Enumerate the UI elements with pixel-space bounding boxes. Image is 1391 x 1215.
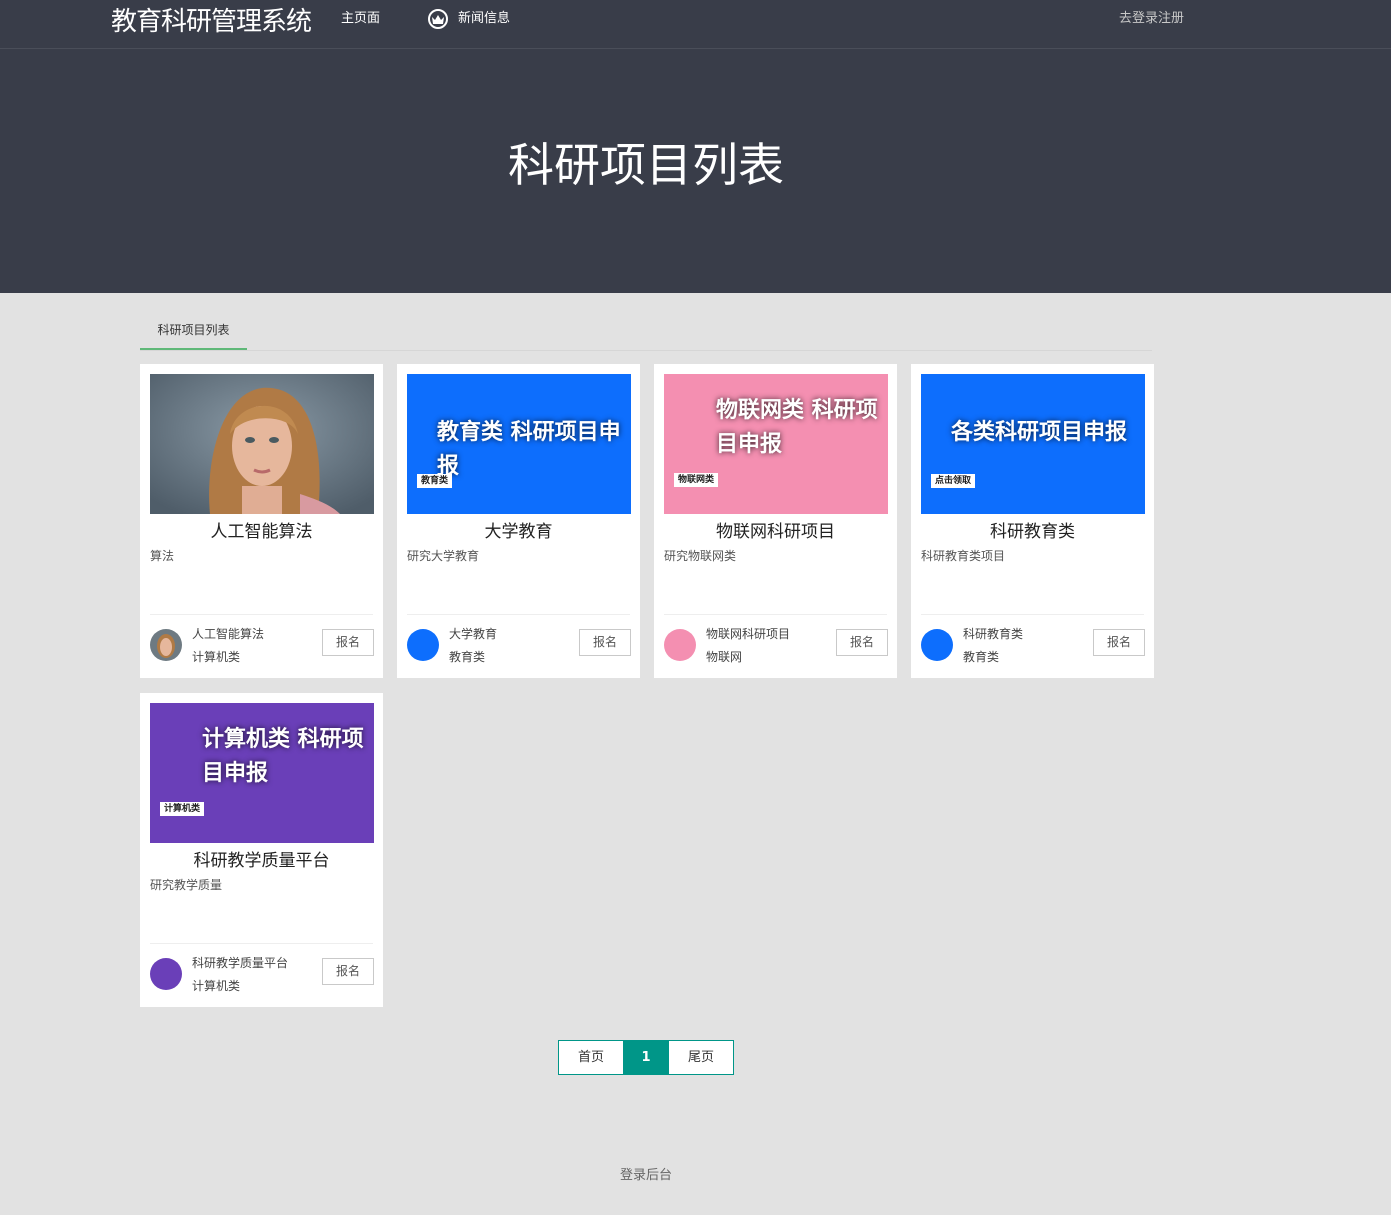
admin-login-link[interactable]: 登录后台 [0, 1164, 1292, 1183]
crown-icon [428, 9, 448, 29]
project-category-meta: 教育类 [963, 650, 1000, 664]
poster-text-line1: 物联网类 科研项 [716, 398, 878, 423]
project-name-meta: 人工智能算法 [192, 627, 265, 641]
project-description: 科研教育类项目 [921, 549, 1006, 563]
project-title[interactable]: 物联网科研项目 [654, 520, 897, 544]
project-category-meta: 教育类 [449, 650, 486, 664]
pager-current-page[interactable]: 1 [623, 1041, 669, 1074]
poster-tag: 点击领取 [931, 474, 976, 488]
poster-background: 各类科研项目申报 点击领取 [921, 374, 1145, 514]
project-image[interactable]: 计算机类 科研项 目申报 计算机类 [150, 703, 374, 843]
poster-text-line2: 目申报 [716, 432, 783, 457]
project-category-meta: 物联网 [706, 650, 743, 664]
top-navbar: 教育科研管理系统 主页面 新闻信息 去登录注册 [0, 0, 1391, 49]
project-card[interactable]: 物联网类 科研项 目申报 物联网类 物联网科研项目 研究物联网类 物联网科研项目… [654, 364, 897, 678]
tab-project-list[interactable]: 科研项目列表 [140, 312, 247, 350]
tab-bar: 科研项目列表 [140, 312, 1152, 351]
avatar [150, 958, 182, 990]
poster-text: 教育类 科研项目申报 [437, 420, 621, 479]
project-name-meta: 科研教育类 [963, 627, 1024, 641]
page-title: 科研项目列表 [508, 138, 784, 192]
avatar [664, 629, 696, 661]
project-image[interactable] [150, 374, 374, 514]
avatar [921, 629, 953, 661]
signup-button[interactable]: 报名 [322, 958, 374, 985]
project-title[interactable]: 大学教育 [397, 520, 640, 544]
card-divider [921, 614, 1144, 615]
poster-tag: 教育类 [417, 474, 453, 488]
project-title[interactable]: 科研教育类 [911, 520, 1154, 544]
project-category-meta: 计算机类 [192, 979, 241, 993]
poster-text: 各类科研项目申报 [951, 420, 1128, 445]
project-card[interactable]: 教育类 科研项目申报 教育类 大学教育 研究大学教育 大学教育 教育类 报名 [397, 364, 640, 678]
nav-news-link[interactable]: 新闻信息 [428, 8, 510, 30]
nav-home-link[interactable]: 主页面 [341, 10, 380, 28]
project-description: 算法 [150, 549, 175, 563]
project-category-meta: 计算机类 [192, 650, 241, 664]
signup-button[interactable]: 报名 [322, 629, 374, 656]
pager-first-button[interactable]: 首页 [559, 1041, 623, 1074]
poster-tag: 物联网类 [674, 473, 719, 487]
project-description: 研究大学教育 [407, 549, 480, 563]
site-brand[interactable]: 教育科研管理系统 [111, 4, 312, 40]
card-divider [664, 614, 887, 615]
project-title[interactable]: 科研教学质量平台 [140, 849, 383, 873]
hero-banner: 科研项目列表 [0, 49, 1391, 293]
project-card[interactable]: 各类科研项目申报 点击领取 科研教育类 科研教育类项目 科研教育类 教育类 报名 [911, 364, 1154, 678]
project-image[interactable]: 各类科研项目申报 点击领取 [921, 374, 1145, 514]
project-description: 研究教学质量 [150, 878, 223, 892]
nav-news-label: 新闻信息 [458, 11, 511, 26]
project-card[interactable]: 人工智能算法 算法 人工智能算法 计算机类 报名 [140, 364, 383, 678]
nav-login-register-link[interactable]: 去登录注册 [1119, 10, 1184, 28]
pagination: 首页 1 尾页 [558, 1040, 734, 1075]
signup-button[interactable]: 报名 [836, 629, 888, 656]
poster-text-line1: 计算机类 科研项 [202, 727, 364, 752]
project-name-meta: 物联网科研项目 [706, 627, 791, 641]
poster-tag: 计算机类 [160, 802, 205, 816]
project-card[interactable]: 计算机类 科研项 目申报 计算机类 科研教学质量平台 研究教学质量 科研教学质量… [140, 693, 383, 1007]
card-divider [407, 614, 630, 615]
poster-text-line2: 目申报 [202, 761, 269, 786]
avatar [150, 629, 182, 661]
project-description: 研究物联网类 [664, 549, 737, 563]
poster-background: 计算机类 科研项 目申报 计算机类 [150, 703, 374, 843]
project-name-meta: 大学教育 [449, 627, 498, 641]
pager-last-button[interactable]: 尾页 [669, 1041, 733, 1074]
card-divider [150, 614, 373, 615]
signup-button[interactable]: 报名 [579, 629, 631, 656]
card-divider [150, 943, 373, 944]
poster-background: 教育类 科研项目申报 教育类 [407, 374, 631, 514]
project-name-meta: 科研教学质量平台 [192, 956, 289, 970]
project-image[interactable]: 教育类 科研项目申报 教育类 [407, 374, 631, 514]
avatar [407, 629, 439, 661]
poster-background: 物联网类 科研项 目申报 物联网类 [664, 374, 888, 514]
project-title[interactable]: 人工智能算法 [140, 520, 383, 544]
project-image[interactable]: 物联网类 科研项 目申报 物联网类 [664, 374, 888, 514]
signup-button[interactable]: 报名 [1093, 629, 1145, 656]
